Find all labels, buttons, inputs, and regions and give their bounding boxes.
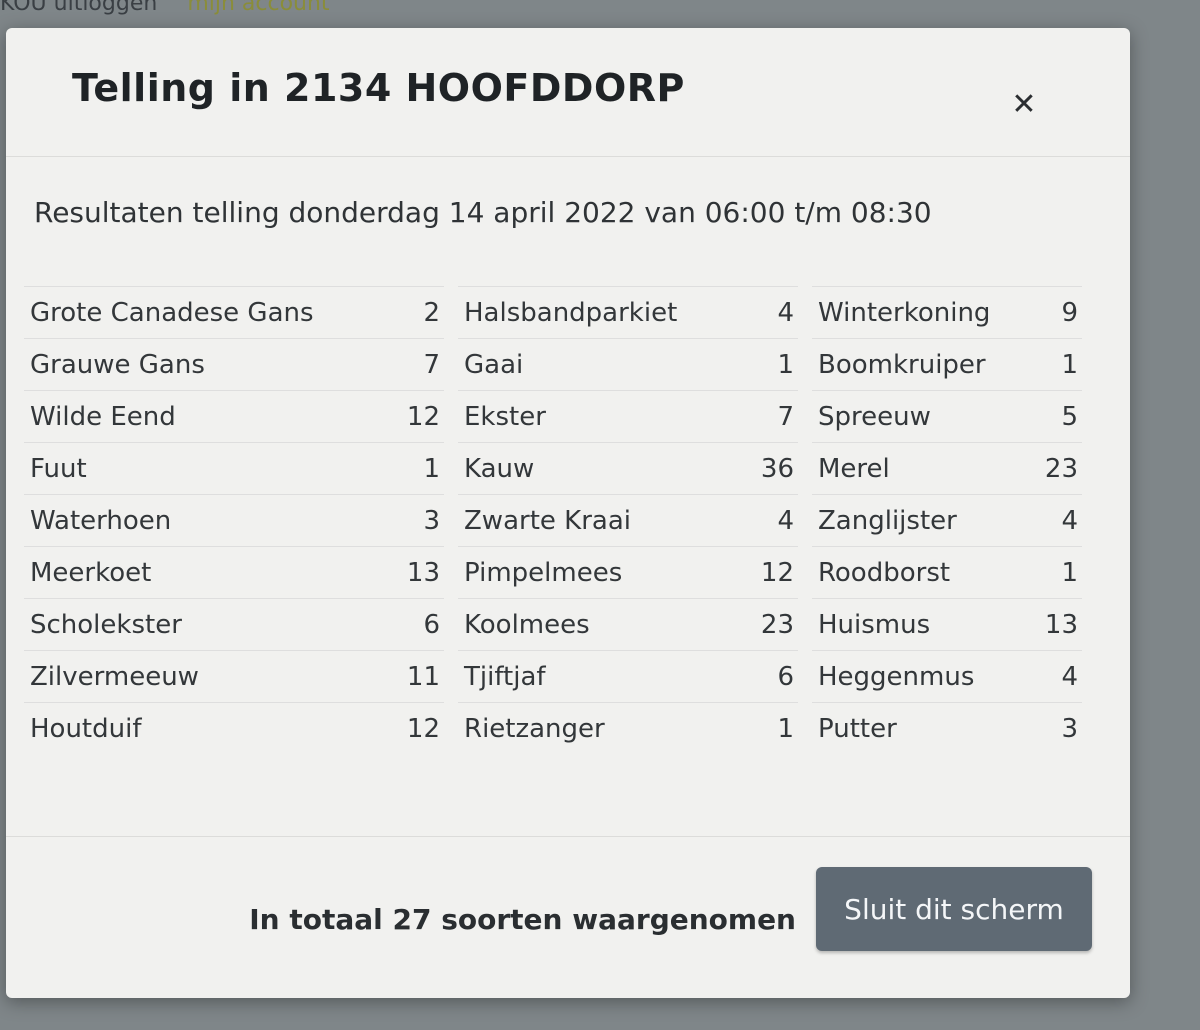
species-name: Zwarte Kraai xyxy=(464,505,631,536)
species-count: 1 xyxy=(1061,557,1078,588)
species-count: 4 xyxy=(1061,661,1078,692)
species-row: Spreeuw 5 xyxy=(812,390,1082,442)
logout-link[interactable]: KOU uitloggen xyxy=(0,0,157,26)
background-nav: KOU uitloggen mijn account xyxy=(0,0,330,26)
species-row: Meerkoet 13 xyxy=(24,546,444,598)
species-count: 2 xyxy=(423,297,440,328)
species-row: Zwarte Kraai 4 xyxy=(458,494,798,546)
species-count: 7 xyxy=(423,349,440,380)
species-name: Heggenmus xyxy=(818,661,975,692)
close-screen-button[interactable]: Sluit dit scherm xyxy=(816,867,1092,951)
species-row: Rietzanger 1 xyxy=(458,702,798,754)
species-row: Grauwe Gans 7 xyxy=(24,338,444,390)
species-name: Huismus xyxy=(818,609,931,640)
species-name: Waterhoen xyxy=(30,505,172,536)
species-name: Putter xyxy=(818,713,897,744)
species-column: Grote Canadese Gans 2 Grauwe Gans 7 Wilde Ee… xyxy=(24,286,444,754)
species-name: Pimpelmees xyxy=(464,557,623,588)
species-name: Zilvermeeuw xyxy=(30,661,199,692)
species-name: Kauw xyxy=(464,453,535,484)
modal-title: Telling in 2134 HOOFDDORP xyxy=(72,66,685,110)
species-row: Boomkruiper 1 xyxy=(812,338,1082,390)
species-count: 4 xyxy=(777,505,794,536)
species-name: Grote Canadese Gans xyxy=(30,297,314,328)
species-count: 5 xyxy=(1061,401,1078,432)
species-row: Zilvermeeuw 11 xyxy=(24,650,444,702)
species-row: Pimpelmees 12 xyxy=(458,546,798,598)
species-row: Halsbandparkiet 4 xyxy=(458,286,798,338)
species-name: Grauwe Gans xyxy=(30,349,205,380)
species-name: Scholekster xyxy=(30,609,182,640)
species-count: 3 xyxy=(1061,713,1078,744)
species-row: Ekster 7 xyxy=(458,390,798,442)
species-count: 3 xyxy=(423,505,440,536)
close-icon: ✕ xyxy=(1011,86,1037,122)
species-count: 6 xyxy=(423,609,440,640)
species-count: 1 xyxy=(423,453,440,484)
species-row: Zanglijster 4 xyxy=(812,494,1082,546)
species-count: 1 xyxy=(1061,349,1078,380)
species-row: Wilde Eend 12 xyxy=(24,390,444,442)
species-count: 11 xyxy=(406,661,440,692)
species-count: 1 xyxy=(777,349,794,380)
species-results-table: Grote Canadese Gans 2 Grauwe Gans 7 Wilde Ee… xyxy=(24,286,1082,754)
species-name: Rietzanger xyxy=(464,713,605,744)
species-row: Waterhoen 3 xyxy=(24,494,444,546)
species-name: Tjiftjaf xyxy=(464,661,546,692)
species-count: 12 xyxy=(406,401,440,432)
species-name: Fuut xyxy=(30,453,87,484)
species-count: 13 xyxy=(406,557,440,588)
account-link[interactable]: mijn account xyxy=(187,0,329,26)
results-modal: Telling in 2134 HOOFDDORP ✕ Resultaten t… xyxy=(6,28,1130,998)
species-count: 12 xyxy=(760,557,794,588)
species-row: Merel 23 xyxy=(812,442,1082,494)
species-count: 23 xyxy=(760,609,794,640)
species-row: Koolmees 23 xyxy=(458,598,798,650)
species-column: Halsbandparkiet 4 Gaai 1 Ekster 7 Kauw 36 Zwarte… xyxy=(458,286,798,754)
modal-header: Telling in 2134 HOOFDDORP ✕ xyxy=(6,28,1130,157)
species-count: 36 xyxy=(760,453,794,484)
species-row: Winterkoning 9 xyxy=(812,286,1082,338)
species-row: Scholekster 6 xyxy=(24,598,444,650)
species-row: Fuut 1 xyxy=(24,442,444,494)
species-count: 7 xyxy=(777,401,794,432)
species-name: Merel xyxy=(818,453,890,484)
species-total: In totaal 27 soorten waargenomen xyxy=(249,903,796,936)
species-name: Zanglijster xyxy=(818,505,957,536)
species-count: 12 xyxy=(406,713,440,744)
species-name: Houtduif xyxy=(30,713,142,744)
close-button[interactable]: ✕ xyxy=(1006,86,1042,122)
species-count: 4 xyxy=(777,297,794,328)
species-row: Huismus 13 xyxy=(812,598,1082,650)
species-row: Gaai 1 xyxy=(458,338,798,390)
species-row: Kauw 36 xyxy=(458,442,798,494)
species-row: Tjiftjaf 6 xyxy=(458,650,798,702)
species-row: Houtduif 12 xyxy=(24,702,444,754)
species-name: Halsbandparkiet xyxy=(464,297,678,328)
species-name: Gaai xyxy=(464,349,524,380)
species-name: Koolmees xyxy=(464,609,590,640)
species-count: 13 xyxy=(1044,609,1078,640)
count-subtitle: Resultaten telling donderdag 14 april 20… xyxy=(34,196,932,229)
species-row: Putter 3 xyxy=(812,702,1082,754)
species-name: Meerkoet xyxy=(30,557,152,588)
species-count: 1 xyxy=(777,713,794,744)
species-name: Ekster xyxy=(464,401,546,432)
species-name: Roodborst xyxy=(818,557,951,588)
species-row: Grote Canadese Gans 2 xyxy=(24,286,444,338)
modal-footer: In totaal 27 soorten waargenomen Sluit d… xyxy=(6,836,1130,999)
species-count: 4 xyxy=(1061,505,1078,536)
species-row: Heggenmus 4 xyxy=(812,650,1082,702)
species-name: Winterkoning xyxy=(818,297,991,328)
species-row: Roodborst 1 xyxy=(812,546,1082,598)
species-column: Winterkoning 9 Boomkruiper 1 Spreeuw 5 Merel 23… xyxy=(812,286,1082,754)
species-count: 9 xyxy=(1061,297,1078,328)
species-count: 6 xyxy=(777,661,794,692)
species-count: 23 xyxy=(1044,453,1078,484)
species-name: Wilde Eend xyxy=(30,401,176,432)
species-name: Spreeuw xyxy=(818,401,931,432)
species-name: Boomkruiper xyxy=(818,349,986,380)
